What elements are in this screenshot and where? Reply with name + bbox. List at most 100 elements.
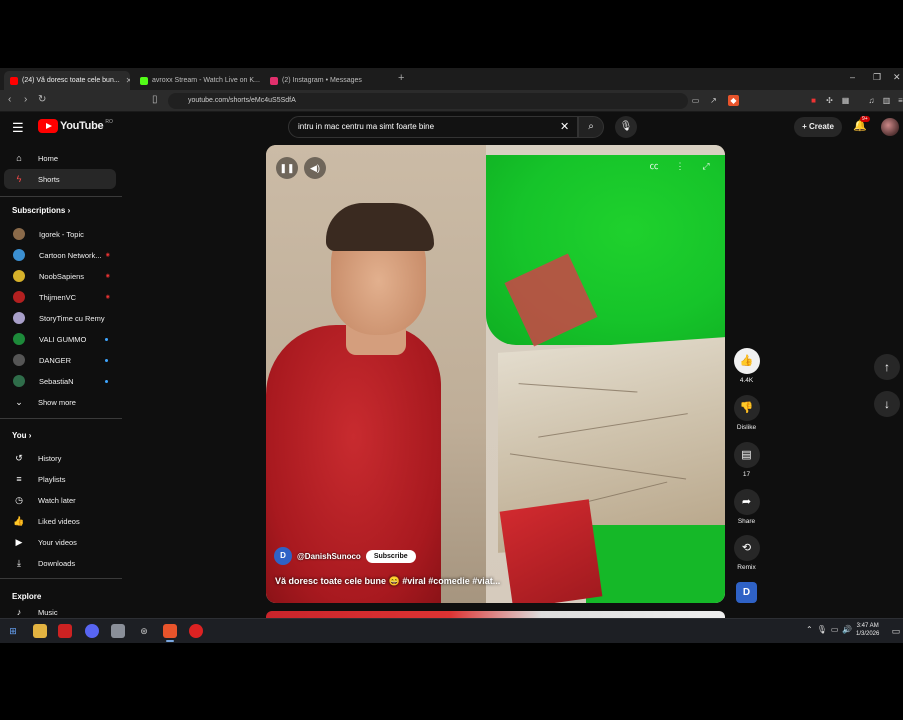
steam-icon[interactable]: ⊛ — [137, 624, 151, 638]
remix-button[interactable]: ⟲ Remix — [733, 535, 760, 571]
sidebar-item-playlists[interactable]: ≡ Playlists — [4, 469, 116, 489]
channel-name[interactable]: @DanishSunoco — [297, 552, 361, 561]
chevron-down-icon: ⌄ — [15, 396, 23, 407]
back-icon[interactable]: ‹ — [8, 94, 11, 105]
sidebar-item-subscription[interactable]: ThijmenVC ◉ — [4, 287, 116, 307]
volume-icon[interactable]: ◀) — [304, 157, 326, 179]
dislike-label: Dislike — [736, 424, 757, 431]
sidebar-item-label: NoobSapiens — [39, 271, 85, 281]
sidebar-toggle-icon[interactable]: ▥ — [881, 95, 892, 106]
create-button[interactable]: + Create — [794, 117, 842, 137]
sidebar-item-label: Watch later — [38, 495, 76, 505]
sidebar-item-subscription[interactable]: DANGER — [4, 350, 116, 370]
more-icon[interactable]: ⋮ — [671, 157, 689, 175]
app-red-icon[interactable] — [58, 624, 72, 638]
tab-kick[interactable]: avroxx Stream - Watch Live on K... — [134, 71, 260, 90]
tab-youtube[interactable]: (24) Vă doresc toate cele bun... ✕ — [4, 71, 130, 90]
next-short-button[interactable]: ↓ — [874, 391, 900, 417]
live-icon: ◉ — [105, 252, 110, 258]
comment-count: 17 — [742, 471, 751, 478]
brave-shield-icon[interactable]: ◆ — [728, 95, 739, 106]
search-button[interactable]: ⌕ — [578, 116, 604, 138]
sidebar-item-subscription[interactable]: Cartoon Network... ◉ — [4, 245, 116, 265]
explore-heading: Explore — [12, 592, 41, 601]
extensions-icon[interactable]: ✣ — [824, 95, 835, 106]
fullscreen-icon[interactable]: ⤢ — [697, 157, 715, 175]
channel-thumbnail[interactable]: D — [736, 582, 757, 603]
channel-avatar[interactable]: D — [274, 547, 292, 565]
show-more-button[interactable]: ⌄ Show more — [4, 392, 116, 412]
sidebar-item-subscription[interactable]: VALI GUMMO — [4, 329, 116, 349]
hamburger-menu-icon[interactable]: ☰ — [12, 120, 24, 136]
search-input[interactable]: intru in mac centru ma simt foarte bine — [288, 116, 578, 138]
app-gray-icon[interactable] — [111, 624, 125, 638]
brave-browser-icon[interactable] — [163, 624, 177, 642]
share-button[interactable]: ➦ Share — [733, 489, 760, 525]
sidebar-item-downloads[interactable]: ⤓ Downloads — [4, 553, 116, 573]
discord-icon[interactable] — [85, 624, 99, 638]
sidebar-item-subscription[interactable]: Igorek - Topic — [4, 224, 116, 244]
new-tab-button[interactable]: + — [398, 72, 404, 84]
media-icon[interactable]: ♫ — [866, 95, 877, 106]
sidebar-item-subscription[interactable]: SebastiaN — [4, 371, 116, 391]
dislike-button[interactable]: 👎 Dislike — [733, 395, 760, 431]
history-icon: ↺ — [15, 452, 23, 463]
windows-start-icon[interactable]: ⊞ — [6, 624, 20, 638]
minimize-icon[interactable]: – — [850, 72, 855, 82]
restore-icon[interactable]: ❐ — [873, 72, 881, 83]
clear-search-icon[interactable]: ✕ — [560, 120, 569, 133]
remix-label: Remix — [737, 564, 756, 571]
tab-instagram[interactable]: (2) Instagram • Messages — [264, 71, 392, 90]
kick-favicon-icon — [140, 76, 148, 85]
sidebar: ⌂ Home ϟ Shorts Subscriptions › Igorek -… — [0, 142, 122, 617]
sidebar-item-history[interactable]: ↺ History — [4, 448, 116, 468]
new-content-dot — [105, 379, 108, 383]
share-page-icon[interactable]: ↗ — [708, 95, 719, 106]
remix-icon: ⟲ — [733, 535, 760, 561]
you-heading[interactable]: You › — [12, 431, 31, 440]
reload-icon[interactable]: ↻ — [38, 94, 46, 105]
voice-search-button[interactable]: 🎙 — [615, 116, 637, 138]
live-icon: ◉ — [105, 273, 110, 279]
comments-button[interactable]: ▤ 17 — [733, 442, 760, 478]
sidebar-item-watch-later[interactable]: ◷ Watch later — [4, 490, 116, 510]
show-more-label: Show more — [38, 397, 76, 407]
bookmark-icon[interactable]: ▯ — [152, 94, 158, 105]
channel-avatar — [13, 312, 25, 324]
sidebar-item-liked-videos[interactable]: 👍 Liked videos — [4, 511, 116, 531]
url-field[interactable]: youtube.com/shorts/eMc4uS5SdfA — [168, 93, 688, 109]
shorts-icon: ϟ — [16, 174, 22, 184]
sidebar-item-shorts[interactable]: ϟ Shorts — [4, 169, 116, 189]
notification-center-icon[interactable]: ▭ — [889, 624, 903, 638]
browser-window: (24) Vă doresc toate cele bun... ✕ avrox… — [0, 68, 903, 643]
extension-red-icon[interactable]: ■ — [808, 95, 819, 106]
subscriptions-heading[interactable]: Subscriptions › — [12, 206, 70, 215]
file-explorer-icon[interactable] — [33, 624, 47, 638]
youtube-header: ☰ YouTube RO intru in mac centru ma simt… — [0, 112, 903, 142]
shorts-video-player[interactable]: ❚❚ ◀) ㏄ ⋮ ⤢ D @DanishSunoco Subscribe Vă… — [266, 145, 725, 603]
sidebar-item-subscription[interactable]: StoryTime cu Remy — [4, 308, 116, 328]
cast-icon[interactable]: ▭ — [690, 95, 701, 106]
youtube-logo[interactable]: YouTube RO — [38, 119, 113, 133]
sidebar-item-your-videos[interactable]: ▶ Your videos — [4, 532, 116, 552]
like-button[interactable]: 👍 4.4K — [733, 348, 760, 384]
channel-avatar — [13, 228, 25, 240]
captions-icon[interactable]: ㏄ — [645, 157, 663, 175]
subscribe-button[interactable]: Subscribe — [365, 549, 416, 563]
short-title[interactable]: Vă doresc toate cele bune 😄 #viral #come… — [275, 576, 500, 587]
menu-icon[interactable]: ≡ — [895, 95, 903, 106]
forward-icon[interactable]: › — [24, 94, 27, 105]
close-window-icon[interactable]: ✕ — [893, 72, 901, 83]
pause-icon[interactable]: ❚❚ — [276, 157, 298, 179]
close-tab-icon[interactable]: ✕ — [120, 76, 130, 85]
search-icon: ⌕ — [588, 121, 594, 132]
app-record-icon[interactable] — [189, 624, 203, 638]
extension-icon[interactable]: ▦ — [840, 95, 851, 106]
clock[interactable]: 3:47 AM 1/3/2026 — [856, 622, 879, 638]
sidebar-item-home[interactable]: ⌂ Home — [4, 148, 116, 168]
previous-short-button[interactable]: ↑ — [874, 354, 900, 380]
sidebar-item-label: VALI GUMMO — [39, 334, 87, 344]
sidebar-item-subscription[interactable]: NoobSapiens ◉ — [4, 266, 116, 286]
account-avatar[interactable] — [881, 118, 899, 136]
system-tray[interactable]: ⌃🎙▭🔊 — [806, 625, 856, 634]
